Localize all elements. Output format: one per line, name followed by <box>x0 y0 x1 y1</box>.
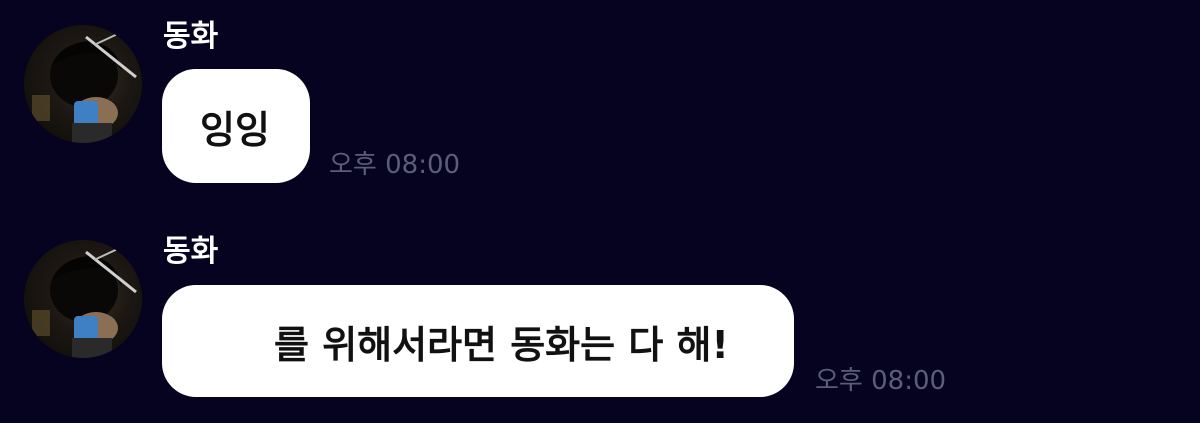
message-bubble[interactable]: 를 위해서라면 동화는 다 해! <box>162 285 794 397</box>
message-time: 오후 08:00 <box>815 366 947 396</box>
sender-name: 동화 <box>163 234 219 269</box>
chat-message: 동화 를 위해서라면 동화는 다 해! 오후 08:00 <box>0 0 1200 423</box>
sender-avatar[interactable] <box>24 240 142 358</box>
profile-photo-icon <box>32 245 137 358</box>
message-text: 를 위해서라면 동화는 다 해! <box>274 322 729 367</box>
